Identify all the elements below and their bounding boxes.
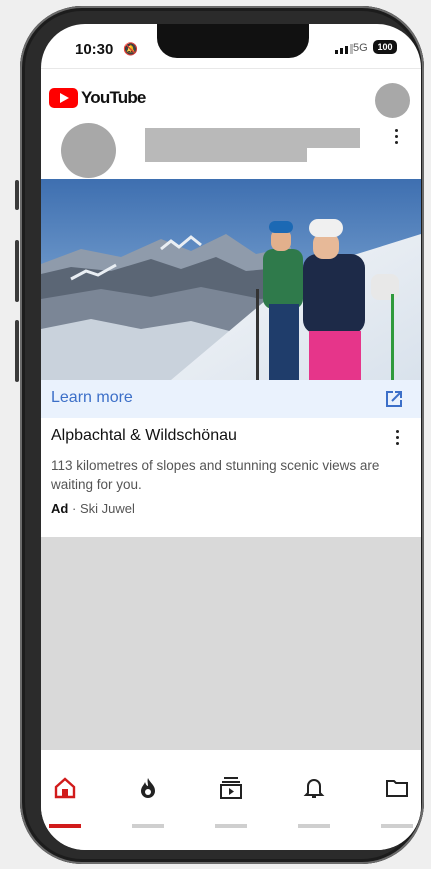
title-placeholder (145, 128, 360, 148)
tab-indicator (132, 824, 164, 828)
external-link-icon[interactable] (384, 389, 404, 409)
nav-home[interactable] (45, 766, 85, 828)
learn-more-link[interactable]: Learn more (51, 389, 133, 407)
library-folder-icon (386, 780, 408, 797)
network-type: 5G (353, 42, 368, 54)
status-time: 10:30 (75, 41, 114, 58)
youtube-logo-text: YouTube (81, 88, 146, 107)
youtube-play-icon (49, 88, 78, 108)
account-avatar[interactable] (375, 83, 410, 118)
phone-screen: 10:30 🔕 5G 100 YouTube Learn more Alpbac… (41, 24, 421, 850)
nav-explore[interactable] (128, 766, 168, 828)
divider (41, 68, 421, 69)
subtitle-placeholder (145, 148, 307, 162)
nav-library[interactable] (377, 766, 417, 828)
ad-more-options-icon[interactable] (387, 427, 407, 447)
ski-scene-image (41, 179, 421, 380)
subscriptions-icon (220, 777, 242, 799)
bell-off-icon: 🔕 (123, 42, 138, 56)
battery-icon: 100 (373, 40, 397, 54)
youtube-logo[interactable]: YouTube (49, 88, 146, 108)
ad-title[interactable]: Alpbachtal & Wildschönau (51, 427, 237, 445)
volume-down-button (15, 320, 19, 382)
learn-more-bar[interactable]: Learn more (41, 380, 421, 418)
explore-flame-icon (141, 778, 155, 798)
mute-switch (15, 180, 19, 210)
tab-indicator (381, 824, 413, 828)
notifications-bell-icon (303, 779, 325, 798)
ad-separator: · (71, 501, 77, 516)
ad-badge: Ad (51, 501, 69, 516)
signal-icon (335, 44, 353, 54)
ad-description: 113 kilometres of slopes and stunning sc… (51, 458, 380, 492)
home-icon (54, 777, 76, 799)
more-options-icon[interactable] (386, 126, 406, 146)
feed-placeholder (41, 537, 421, 750)
channel-avatar-placeholder (61, 123, 116, 178)
nav-subscriptions[interactable] (211, 766, 251, 828)
nav-notifications[interactable] (294, 766, 334, 828)
tab-indicator (298, 824, 330, 828)
ad-image[interactable] (41, 179, 421, 380)
tab-indicator (215, 824, 247, 828)
bottom-navigation (41, 750, 421, 850)
ad-meta: Ad · Ski Juwel (51, 501, 135, 516)
advertiser-name: Ski Juwel (79, 501, 135, 516)
active-tab-indicator (49, 824, 81, 828)
notch (157, 24, 309, 58)
volume-up-button (15, 240, 19, 302)
